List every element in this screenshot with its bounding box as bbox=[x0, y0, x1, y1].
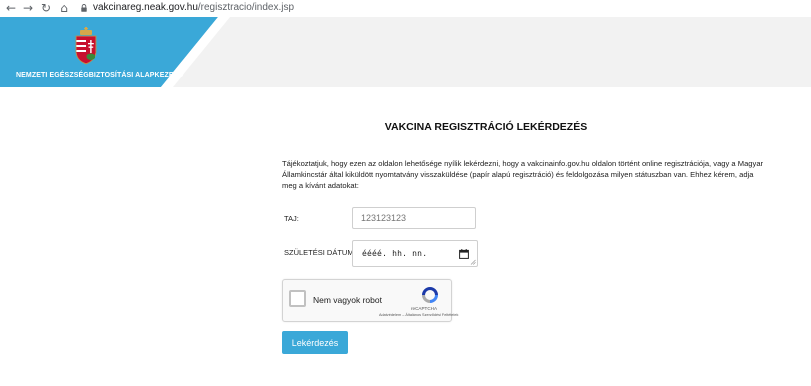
organization-name: NEMZETI EGÉSZSÉGBIZTOSÍTÁSI ALAPKEZELŐ bbox=[16, 72, 184, 79]
recaptcha-label: Nem vagyok robot bbox=[313, 295, 382, 305]
reload-icon[interactable]: ↻ bbox=[39, 0, 53, 16]
url-domain: vakcinareg.neak.gov.hu bbox=[93, 2, 198, 13]
back-arrow-icon[interactable]: ← bbox=[4, 0, 18, 16]
birth-date-input[interactable]: éééé. hh. nn. bbox=[352, 240, 478, 267]
intro-paragraph: Tájékoztatjuk, hogy ezen az oldalon lehe… bbox=[282, 159, 764, 190]
birth-date-label: SZÜLETÉSI DÁTUM: bbox=[284, 248, 356, 257]
page-title: VAKCINA REGISZTRÁCIÓ LEKÉRDEZÉS bbox=[384, 121, 588, 133]
calendar-icon[interactable] bbox=[459, 249, 469, 259]
browser-toolbar: ← → ↻ ⌂ vakcinareg.neak.gov.hu/regisztra… bbox=[0, 0, 811, 18]
recaptcha-links[interactable]: Adatvédelem – Általános Szerződési Felté… bbox=[379, 313, 458, 317]
lock-icon bbox=[81, 4, 87, 12]
hungarian-coat-of-arms-icon bbox=[75, 27, 97, 65]
forward-arrow-icon[interactable]: → bbox=[21, 0, 35, 16]
home-icon[interactable]: ⌂ bbox=[57, 0, 71, 16]
resize-handle-icon[interactable] bbox=[470, 259, 476, 265]
query-button[interactable]: Lekérdezés bbox=[282, 331, 348, 354]
address-bar[interactable]: vakcinareg.neak.gov.hu/regisztracio/inde… bbox=[93, 1, 294, 15]
recaptcha-widget: Nem vagyok robot reCAPTCHA Adatvédelem –… bbox=[282, 279, 458, 322]
taj-label: TAJ: bbox=[284, 214, 299, 223]
recaptcha-logo-icon bbox=[422, 287, 438, 303]
birth-date-value: éééé. hh. nn. bbox=[362, 249, 428, 258]
recaptcha-checkbox[interactable] bbox=[289, 290, 306, 307]
url-path: /regisztracio/index.jsp bbox=[197, 2, 295, 13]
recaptcha-brand: reCAPTCHA bbox=[411, 306, 438, 311]
taj-input[interactable] bbox=[352, 207, 476, 229]
